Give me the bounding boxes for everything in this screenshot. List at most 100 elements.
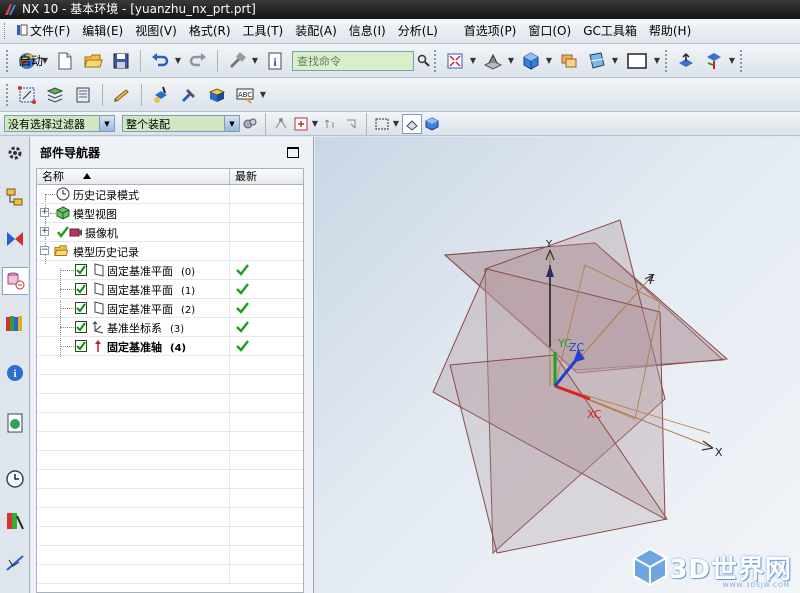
- open-button[interactable]: [80, 48, 106, 74]
- process-studio-tab[interactable]: [2, 549, 28, 577]
- menu-tools[interactable]: 工具(T): [237, 21, 290, 41]
- menu-format[interactable]: 格式(R): [183, 21, 237, 41]
- text-label-dropdown[interactable]: ▼: [259, 82, 267, 108]
- tree-row-model-views[interactable]: + 模型视图: [37, 204, 303, 223]
- point-on-face-button[interactable]: [291, 114, 311, 134]
- rectangle-dropdown[interactable]: ▼: [392, 111, 400, 137]
- toolbar-grip[interactable]: [740, 49, 744, 72]
- layer-settings-button[interactable]: [556, 48, 582, 74]
- command-search-input[interactable]: 查找命令: [292, 50, 414, 71]
- save-button[interactable]: [108, 48, 134, 74]
- visibility-checkbox[interactable]: [75, 340, 87, 352]
- new-button[interactable]: [52, 48, 78, 74]
- render-style-button[interactable]: [480, 48, 506, 74]
- orient-dropdown[interactable]: ▼: [545, 48, 553, 74]
- type-filter-select[interactable]: 没有选择过滤器 ▼: [4, 115, 115, 132]
- move-component-button[interactable]: [673, 48, 699, 74]
- add-component-button[interactable]: [148, 82, 174, 108]
- tree-row-datum-plane-2[interactable]: 固定基准平面 (2): [37, 299, 303, 318]
- column-latest-header[interactable]: 最新: [230, 169, 303, 184]
- history-palette-tab[interactable]: [2, 409, 28, 437]
- web-browser-tab[interactable]: i: [2, 359, 28, 387]
- menu-information[interactable]: 信息(I): [343, 21, 392, 41]
- menu-view[interactable]: 视图(V): [129, 21, 183, 41]
- section-view-button[interactable]: [584, 48, 610, 74]
- search-icon[interactable]: [416, 51, 432, 71]
- layer-stack-button[interactable]: [42, 82, 68, 108]
- visibility-checkbox[interactable]: [75, 321, 87, 333]
- menu-analysis[interactable]: 分析(L): [392, 21, 444, 41]
- menu-window[interactable]: 窗口(O): [522, 21, 577, 41]
- collapse-icon[interactable]: −: [40, 246, 49, 255]
- system-materials-tab[interactable]: [2, 507, 28, 535]
- tree-row-datum-plane-0[interactable]: 固定基准平面 (0): [37, 261, 303, 280]
- toolbar-grip[interactable]: [665, 49, 669, 72]
- select-upstream-button[interactable]: [321, 114, 341, 134]
- assembly-navigator-tab[interactable]: [2, 183, 28, 211]
- tree-row-model-history[interactable]: − 模型历史记录: [37, 242, 303, 261]
- maximize-icon[interactable]: [287, 147, 299, 158]
- visibility-checkbox[interactable]: [75, 283, 87, 295]
- background-dropdown[interactable]: ▼: [653, 48, 661, 74]
- select-downstream-button[interactable]: [341, 114, 361, 134]
- reuse-library-tab[interactable]: [2, 309, 28, 337]
- toolbar-grip[interactable]: [6, 83, 10, 106]
- more-tabs-indicator[interactable]: [2, 583, 28, 593]
- fit-view-button[interactable]: [442, 48, 468, 74]
- window-title-bar: NX 10 - 基本环境 - [yuanzhu_nx_prt.prt]: [0, 0, 800, 19]
- menu-assembly[interactable]: 装配(A): [289, 21, 343, 41]
- command-finder-tool-button[interactable]: [224, 48, 250, 74]
- undo-dropdown[interactable]: ▼: [174, 48, 182, 74]
- section-dropdown[interactable]: ▼: [611, 48, 619, 74]
- expand-icon[interactable]: +: [40, 208, 49, 217]
- fit-dropdown[interactable]: ▼: [469, 48, 477, 74]
- undo-button[interactable]: [147, 48, 173, 74]
- menu-file[interactable]: 文件(F): [10, 21, 76, 41]
- assembly-navigator-button[interactable]: [204, 82, 230, 108]
- solid-body-button[interactable]: [422, 114, 442, 134]
- redo-button[interactable]: [185, 48, 211, 74]
- chevron-down-icon[interactable]: ▼: [224, 116, 239, 131]
- visibility-checkbox[interactable]: [75, 302, 87, 314]
- background-button[interactable]: [622, 48, 652, 74]
- visibility-checkbox[interactable]: [75, 264, 87, 276]
- sketch-button[interactable]: [14, 82, 40, 108]
- toolbar-grip[interactable]: [434, 49, 438, 72]
- tree-row-history-mode[interactable]: 历史记录模式: [37, 185, 303, 204]
- chevron-down-icon[interactable]: ▼: [99, 116, 114, 131]
- tree-row-datum-axis[interactable]: 固定基准轴 (4): [37, 337, 303, 356]
- tree-row-datum-csys[interactable]: 基准坐标系 (3): [37, 318, 303, 337]
- tool-dropdown[interactable]: ▼: [251, 48, 259, 74]
- history-tab[interactable]: [2, 465, 28, 493]
- graphics-window[interactable]: X Y Z XC YC ZC 3D世界网 WWW.3DSJW.COM: [315, 137, 800, 593]
- menu-help[interactable]: 帮助(H): [643, 21, 697, 41]
- tree-row-cameras[interactable]: + 摄像机: [37, 223, 303, 242]
- annotation-button[interactable]: [109, 82, 135, 108]
- snap-point-button[interactable]: [271, 114, 291, 134]
- menu-gc-toolbox[interactable]: GC工具箱: [577, 21, 643, 41]
- show-hide-button[interactable]: [402, 113, 422, 134]
- menu-preferences[interactable]: 首选项(P): [458, 21, 523, 41]
- selection-scope-select[interactable]: 整个装配 ▼: [122, 115, 240, 132]
- render-dropdown[interactable]: ▼: [507, 48, 515, 74]
- settings-gear-button[interactable]: [2, 139, 28, 167]
- orient-view-button[interactable]: [518, 48, 544, 74]
- menu-edit[interactable]: 编辑(E): [76, 21, 129, 41]
- constraint-navigator-tab[interactable]: [2, 225, 28, 253]
- rectangle-select-button[interactable]: [372, 114, 392, 134]
- menu-grip[interactable]: [4, 23, 7, 39]
- column-name-header[interactable]: 名称: [37, 169, 230, 184]
- part-navigator-tab[interactable]: [2, 267, 28, 295]
- information-button[interactable]: i: [262, 48, 288, 74]
- general-selection-filter-button[interactable]: [240, 114, 260, 134]
- toolbar-grip[interactable]: [6, 49, 10, 72]
- text-label-button[interactable]: ABC: [232, 82, 258, 108]
- assembly-constraint-button[interactable]: [701, 48, 727, 74]
- expand-icon[interactable]: +: [40, 227, 49, 236]
- reference-set-button[interactable]: [70, 82, 96, 108]
- snap-dropdown[interactable]: ▼: [311, 111, 319, 137]
- start-button[interactable]: 启动: [13, 48, 43, 74]
- mate-component-button[interactable]: [176, 82, 202, 108]
- tree-row-datum-plane-1[interactable]: 固定基准平面 (1): [37, 280, 303, 299]
- constraint-dropdown[interactable]: ▼: [728, 48, 736, 74]
